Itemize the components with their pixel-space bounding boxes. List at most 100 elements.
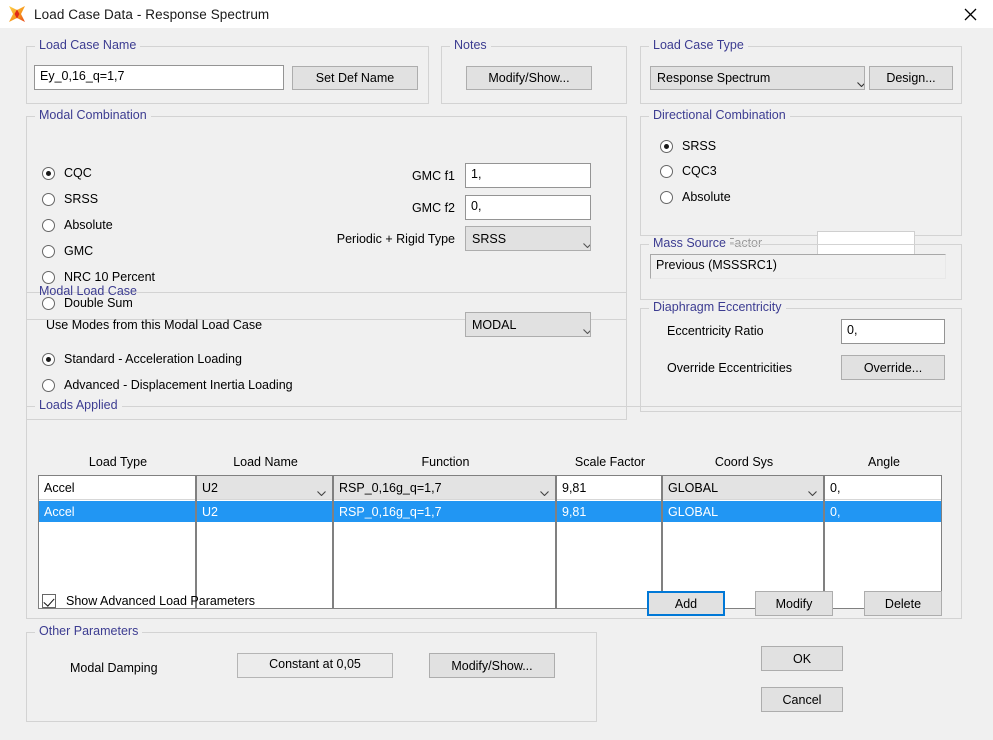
input-cell-function-value: RSP_0,16g_q=1,7 — [339, 480, 442, 495]
notes-legend: Notes — [450, 38, 491, 52]
radio-dir-cqc3[interactable]: CQC3 — [660, 164, 717, 178]
input-cell-angle[interactable]: 0, — [825, 476, 941, 500]
modal-damping-label: Modal Damping — [70, 661, 158, 675]
gmc-f2-input[interactable]: 0, — [465, 195, 591, 220]
radio-dir-absolute[interactable]: Absolute — [660, 190, 731, 204]
input-cell-scale-factor[interactable]: 9,81 — [557, 476, 661, 500]
load-case-type-value: Response Spectrum — [657, 71, 771, 85]
modal-load-case-select[interactable]: MODAL — [465, 312, 591, 337]
input-cell-load-name[interactable]: U2 — [197, 476, 332, 500]
notes-modify-show-button[interactable]: Modify/Show... — [466, 66, 592, 90]
input-cell-coord-sys[interactable]: GLOBAL — [663, 476, 823, 500]
dialog-body: Load Case Name Ey_0,16_q=1,7 Set Def Nam… — [0, 28, 993, 740]
loads-applied-legend: Loads Applied — [35, 398, 122, 412]
design-button[interactable]: Design... — [869, 66, 953, 90]
column-header-coord-sys: Coord Sys — [714, 455, 774, 469]
radio-standard-acceleration-loading[interactable]: Standard - Acceleration Loading — [42, 352, 242, 366]
radio-srss[interactable]: SRSS — [42, 192, 98, 206]
radio-gmc[interactable]: GMC — [42, 244, 93, 258]
gmc-f2-label: GMC f2 — [411, 201, 455, 215]
checkbox-box — [42, 594, 56, 608]
column-header-function: Function — [421, 455, 470, 469]
modal-damping-modify-show-button[interactable]: Modify/Show... — [429, 653, 555, 678]
table-column-angle[interactable]: Angle 0, 0, — [824, 455, 942, 609]
radio-mark — [42, 378, 55, 392]
radio-dir-cqc3-label: CQC3 — [682, 164, 717, 178]
table-row[interactable]: U2 — [197, 501, 332, 522]
radio-mark — [42, 166, 55, 180]
diaphragm-eccentricity-legend: Diaphragm Eccentricity — [649, 300, 786, 314]
radio-absolute[interactable]: Absolute — [42, 218, 113, 232]
column-header-load-name: Load Name — [233, 455, 298, 469]
load-case-name-legend: Load Case Name — [35, 38, 141, 52]
modify-button[interactable]: Modify — [755, 591, 833, 616]
radio-advanced-displacement-inertia-loading[interactable]: Advanced - Displacement Inertia Loading — [42, 378, 293, 392]
modal-combination-legend: Modal Combination — [35, 108, 151, 122]
table-row[interactable]: Accel — [39, 501, 195, 522]
table-column-load-type[interactable]: Load Type Accel Accel — [38, 455, 196, 609]
table-column-scale-factor[interactable]: Scale Factor 9,81 9,81 — [556, 455, 662, 609]
table-row[interactable]: 9,81 — [557, 501, 661, 522]
table-row[interactable]: RSP_0,16g_q=1,7 — [334, 501, 555, 522]
window-title: Load Case Data - Response Spectrum — [34, 6, 270, 22]
periodic-rigid-type-select[interactable]: SRSS — [465, 226, 591, 251]
radio-nrc-10-percent[interactable]: NRC 10 Percent — [42, 270, 155, 284]
input-cell-load-type[interactable]: Accel — [39, 476, 195, 500]
csi-star-icon — [8, 5, 26, 23]
radio-cqc[interactable]: CQC — [42, 166, 92, 180]
table-column-function[interactable]: Function RSP_0,16g_q=1,7 RSP_0,16g_q=1,7 — [333, 455, 556, 609]
show-advanced-load-parameters-checkbox[interactable]: Show Advanced Load Parameters — [42, 594, 255, 608]
radio-dir-srss[interactable]: SRSS — [660, 139, 716, 153]
radio-mark — [42, 218, 55, 232]
override-eccentricities-button[interactable]: Override... — [841, 355, 945, 380]
load-case-type-legend: Load Case Type — [649, 38, 748, 52]
load-case-type-select[interactable]: Response Spectrum — [650, 66, 865, 90]
radio-mark — [42, 270, 55, 284]
table-row[interactable]: 0, — [825, 501, 941, 522]
input-cell-function[interactable]: RSP_0,16g_q=1,7 — [334, 476, 555, 500]
radio-mark — [660, 139, 673, 153]
ok-button[interactable]: OK — [761, 646, 843, 671]
table-row[interactable]: GLOBAL — [663, 501, 823, 522]
radio-mark — [42, 352, 55, 366]
set-def-name-button[interactable]: Set Def Name — [292, 66, 418, 90]
load-case-name-input[interactable]: Ey_0,16_q=1,7 — [34, 65, 284, 90]
gmc-f1-input[interactable]: 1, — [465, 163, 591, 188]
radio-gmc-label: GMC — [64, 244, 94, 258]
radio-dir-absolute-label: Absolute — [682, 190, 731, 204]
chevron-down-icon — [808, 485, 817, 499]
modal-load-case-legend: Modal Load Case — [39, 284, 137, 298]
radio-nrc-label: NRC 10 Percent — [64, 270, 156, 284]
radio-mark — [660, 164, 673, 178]
close-icon[interactable] — [947, 0, 993, 28]
loads-applied-table[interactable]: Load Type Accel Accel Load Name U2 U2 Fu… — [38, 455, 942, 609]
modal-damping-value: Constant at 0,05 — [237, 653, 393, 678]
column-header-load-type: Load Type — [88, 455, 148, 469]
chevron-down-icon — [317, 485, 326, 499]
column-header-scale-factor: Scale Factor — [574, 455, 646, 469]
eccentricity-ratio-label: Eccentricity Ratio — [667, 324, 764, 338]
delete-button[interactable]: Delete — [864, 591, 942, 616]
radio-mark — [42, 244, 55, 258]
cancel-button[interactable]: Cancel — [761, 687, 843, 712]
radio-dir-srss-label: SRSS — [682, 139, 717, 153]
use-modes-label: Use Modes from this Modal Load Case — [46, 318, 263, 332]
radio-advanced-label: Advanced - Displacement Inertia Loading — [64, 378, 293, 392]
chevron-down-icon — [540, 485, 549, 499]
override-eccentricities-label: Override Eccentricities — [667, 361, 793, 375]
radio-mark — [660, 190, 673, 204]
directional-combination-legend: Directional Combination — [649, 108, 790, 122]
periodic-rigid-type-label: Periodic + Rigid Type — [336, 232, 455, 246]
radio-cqc-label: CQC — [64, 166, 92, 180]
table-column-load-name[interactable]: Load Name U2 U2 — [196, 455, 333, 609]
title-bar: Load Case Data - Response Spectrum — [0, 0, 993, 28]
table-column-coord-sys[interactable]: Coord Sys GLOBAL GLOBAL — [662, 455, 824, 609]
radio-standard-label: Standard - Acceleration Loading — [64, 352, 242, 366]
eccentricity-ratio-input[interactable]: 0, — [841, 319, 945, 344]
mass-source-value: Previous (MSSSRC1) — [650, 254, 946, 279]
add-button[interactable]: Add — [647, 591, 725, 616]
input-cell-load-name-value: U2 — [202, 480, 218, 495]
column-header-angle: Angle — [868, 455, 900, 469]
gmc-f1-label: GMC f1 — [411, 169, 455, 183]
show-advanced-load-parameters-label: Show Advanced Load Parameters — [66, 594, 256, 608]
